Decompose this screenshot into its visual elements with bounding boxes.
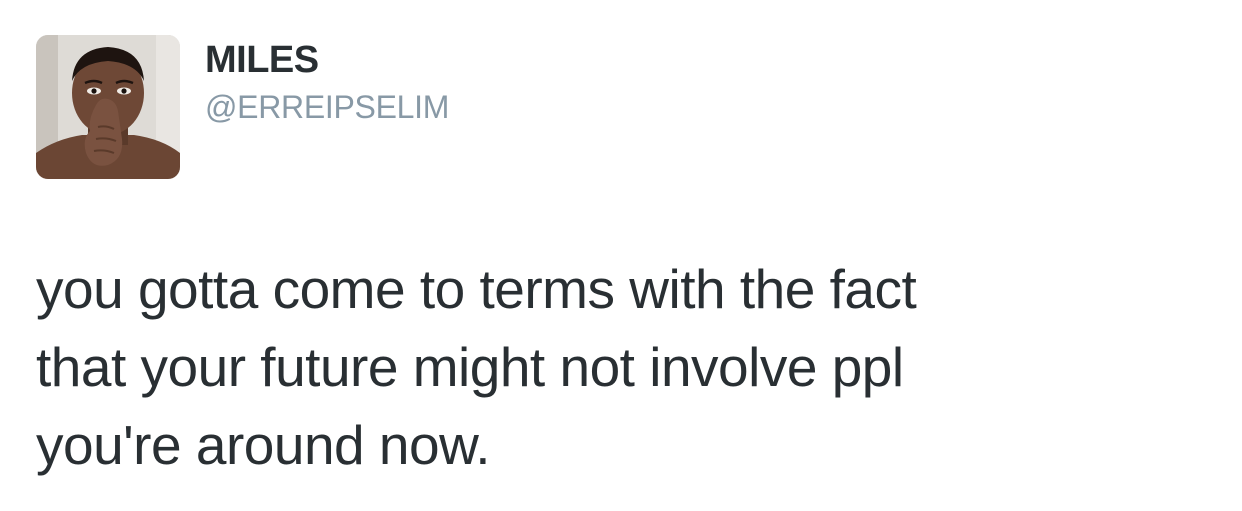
- display-name[interactable]: MILES: [205, 38, 319, 82]
- user-handle[interactable]: @ERREIPSELIM: [205, 88, 449, 126]
- profile-photo-icon: [36, 35, 180, 179]
- tweet-card: MILES @ERREIPSELIM you gotta come to ter…: [0, 0, 1242, 511]
- tweet-text-line: that your future might not involve ppl: [36, 336, 904, 398]
- tweet-text-line: you gotta come to terms with the fact: [36, 258, 917, 320]
- tweet-text-line: you're around now.: [36, 414, 491, 476]
- avatar[interactable]: [36, 35, 180, 179]
- tweet-text: you gotta come to terms with the fact th…: [36, 250, 1216, 484]
